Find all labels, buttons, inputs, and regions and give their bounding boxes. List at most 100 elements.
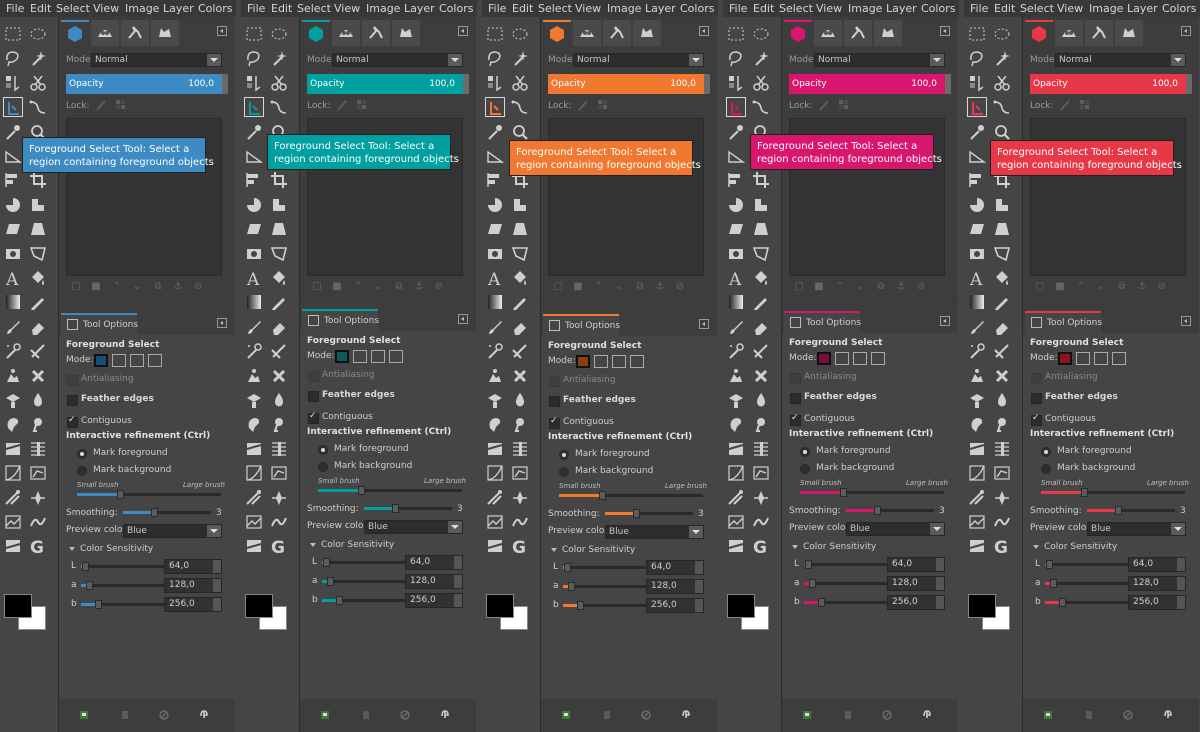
raise-layer-icon[interactable]: ⌃ — [594, 282, 604, 292]
tool-dodge-burn[interactable] — [751, 414, 771, 434]
tool-color-picker[interactable] — [3, 122, 23, 142]
opacity-slider[interactable]: Opacity 100,0 — [548, 74, 710, 94]
tool-ellipse-select[interactable] — [269, 24, 289, 44]
tool-desaturate[interactable] — [3, 488, 23, 508]
menu-edit[interactable]: Edit — [512, 2, 533, 15]
tool-warp-transform[interactable] — [485, 512, 505, 532]
menu-image[interactable]: Image — [366, 2, 400, 15]
feather-checkbox[interactable] — [790, 393, 801, 404]
channel-3-spinbox[interactable]: 256,0 — [887, 595, 945, 610]
lower-layer-icon[interactable]: ⌄ — [373, 282, 383, 292]
tool-gegl[interactable] — [751, 488, 771, 508]
menu-select[interactable]: Select — [538, 2, 572, 15]
tool-blend[interactable] — [967, 292, 987, 312]
mark-foreground-radio[interactable] — [1041, 447, 1051, 457]
tool-color-picker[interactable] — [244, 122, 264, 142]
tool-threshold[interactable] — [726, 536, 746, 556]
foreground-color-swatch[interactable] — [968, 594, 996, 618]
tool-perspective[interactable] — [751, 219, 771, 239]
menu-colors[interactable]: Colors — [1162, 2, 1196, 15]
feather-checkbox[interactable] — [308, 391, 319, 402]
mode-replace-button[interactable] — [576, 355, 590, 368]
tool-measure[interactable] — [485, 146, 505, 166]
tool-gradient-map[interactable] — [751, 512, 771, 532]
menu-select[interactable]: Select — [297, 2, 331, 15]
tool-airbrush[interactable] — [967, 341, 987, 361]
tool-warp[interactable] — [3, 439, 23, 459]
tab-channels[interactable] — [1055, 20, 1083, 46]
new-group-icon[interactable]: ■ — [814, 282, 824, 292]
menu-layer[interactable]: Layer — [886, 2, 917, 15]
expander-icon[interactable] — [551, 548, 557, 552]
tool-paths-tool[interactable] — [28, 97, 48, 117]
channel-3-spinbox[interactable]: 256,0 — [646, 598, 704, 613]
menu-edit[interactable]: Edit — [271, 2, 292, 15]
slider-handle[interactable] — [568, 582, 576, 591]
tool-paths-tool[interactable] — [510, 97, 530, 117]
tool-options-menu-button[interactable] — [699, 319, 709, 329]
tool-unified-transform[interactable] — [244, 195, 264, 215]
tool-foreground-select[interactable] — [485, 97, 505, 118]
channel-1-slider[interactable] — [1045, 560, 1129, 569]
duplicate-layer-icon[interactable]: ⧉ — [635, 282, 645, 292]
tool-warp[interactable] — [485, 439, 505, 459]
tool-fuzzy-select[interactable] — [269, 48, 289, 68]
dock-menu-button[interactable] — [217, 26, 227, 36]
restore-preset-icon[interactable] — [361, 710, 371, 720]
tool-airbrush[interactable] — [485, 341, 505, 361]
tool-bucket-fill[interactable] — [269, 268, 289, 288]
menu-layer[interactable]: Layer — [404, 2, 435, 15]
restore-preset-icon[interactable] — [843, 710, 853, 720]
tool-flip[interactable] — [244, 244, 264, 264]
mark-background-radio[interactable] — [800, 464, 810, 474]
tool-blend[interactable] — [485, 292, 505, 312]
slider-handle[interactable] — [1050, 579, 1058, 588]
tool-ink[interactable] — [269, 341, 289, 361]
reset-tool-icon[interactable] — [1163, 710, 1173, 720]
layer-mode-combo[interactable]: Normal — [91, 53, 222, 67]
menu-select[interactable]: Select — [1020, 2, 1054, 15]
lock-alpha-icon[interactable] — [1079, 99, 1091, 111]
opacity-spin[interactable] — [463, 74, 469, 94]
brush-size-slider[interactable] — [77, 490, 221, 499]
duplicate-layer-icon[interactable]: ⧉ — [394, 282, 404, 292]
menu-view[interactable]: View — [816, 2, 842, 15]
tool-blur[interactable] — [992, 390, 1012, 410]
opacity-slider[interactable]: Opacity 100,0 — [307, 74, 469, 94]
foreground-color-swatch[interactable] — [727, 594, 755, 618]
channel-2-spinbox[interactable]: 128,0 — [405, 574, 463, 589]
preview-color-combo[interactable]: Blue — [364, 520, 463, 534]
tool-rotate[interactable] — [28, 195, 48, 215]
tool-free-select[interactable] — [967, 48, 987, 68]
fg-bg-colors[interactable] — [727, 594, 769, 630]
layer-mode-combo[interactable]: Normal — [814, 53, 945, 67]
tool-flip[interactable] — [967, 244, 987, 264]
tool-dodge-burn[interactable] — [992, 414, 1012, 434]
contiguous-checkbox[interactable] — [1031, 413, 1042, 426]
tool-align[interactable] — [726, 170, 746, 190]
preview-color-combo[interactable]: Blue — [123, 524, 222, 538]
tool-rotate[interactable] — [992, 195, 1012, 215]
mark-foreground-radio[interactable] — [800, 447, 810, 457]
mark-foreground-radio[interactable] — [318, 445, 328, 455]
new-layer-icon[interactable]: □ — [1035, 282, 1045, 292]
spin-buttons[interactable] — [936, 558, 944, 571]
mode-replace-button[interactable] — [94, 354, 108, 367]
tool-shear[interactable] — [967, 219, 987, 239]
delete-preset-icon[interactable] — [159, 710, 169, 720]
tab-tool-options[interactable]: Tool Options — [784, 311, 861, 333]
smoothing-slider[interactable] — [123, 508, 211, 517]
tab-layers[interactable] — [543, 20, 571, 46]
opacity-spin[interactable] — [222, 74, 228, 94]
tool-align[interactable] — [244, 170, 264, 190]
mark-background-radio[interactable] — [77, 466, 87, 476]
tool-fuzzy-select[interactable] — [751, 48, 771, 68]
tab-layers[interactable] — [61, 20, 89, 46]
brush-size-slider[interactable] — [559, 491, 703, 500]
new-group-icon[interactable]: ■ — [1055, 282, 1065, 292]
tool-warp[interactable] — [726, 439, 746, 459]
lock-pixels-icon[interactable] — [336, 99, 348, 111]
tool-hue-saturation[interactable] — [992, 463, 1012, 483]
spin-buttons[interactable] — [213, 560, 221, 573]
tool-paintbrush[interactable] — [485, 317, 505, 337]
